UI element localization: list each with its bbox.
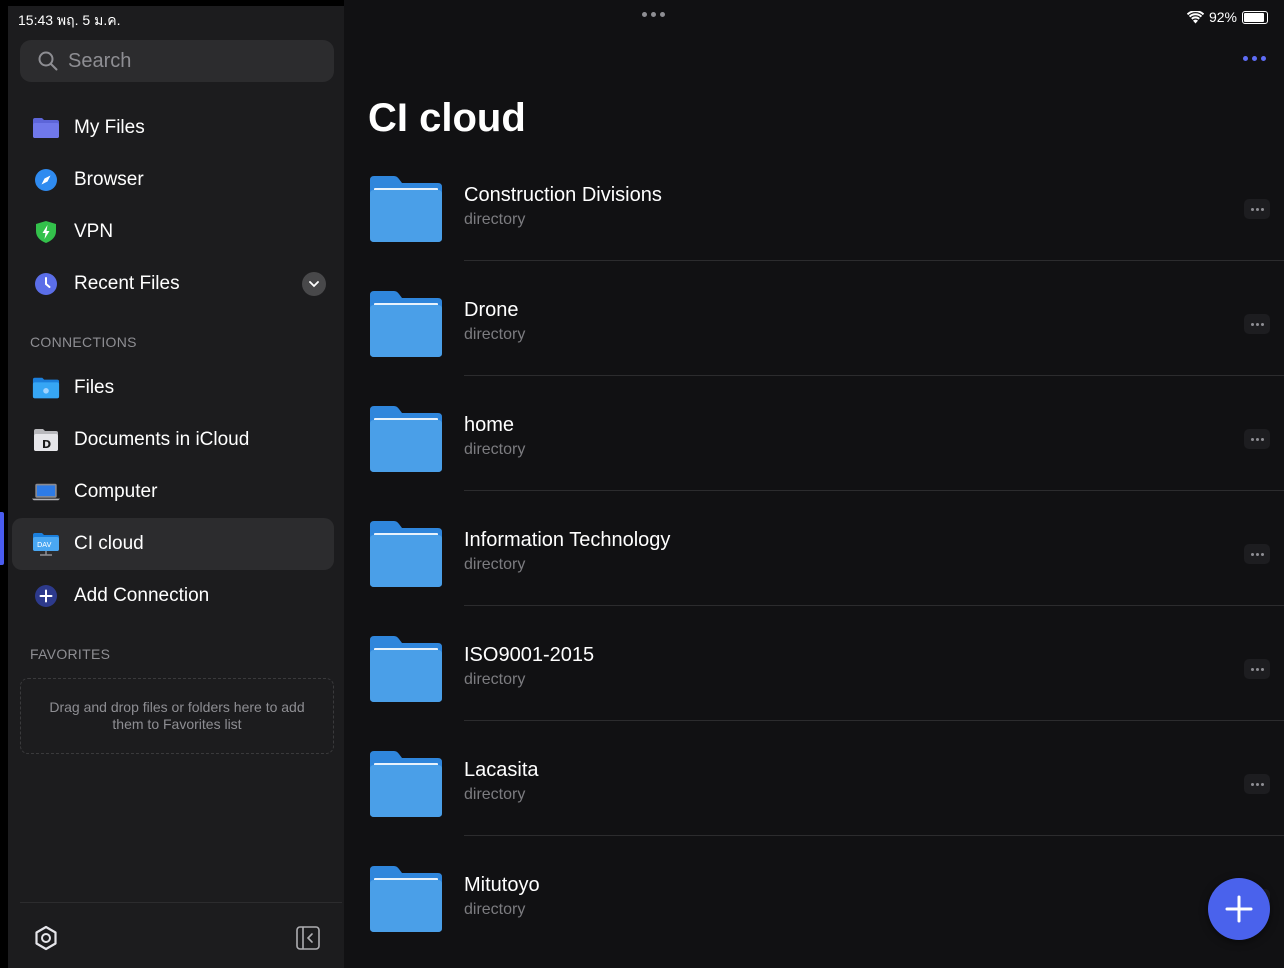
divider — [20, 902, 342, 903]
list-item[interactable]: Information Technology directory — [344, 509, 1284, 624]
item-more-button[interactable] — [1244, 314, 1270, 334]
status-time: 15:43 พฤ. 5 ม.ค. — [18, 12, 121, 28]
compass-icon — [32, 168, 60, 192]
item-name: Mitutoyo — [464, 874, 540, 896]
sidebar-item-label: Browser — [74, 169, 144, 190]
favorites-header: FAVORITES — [30, 646, 111, 662]
sidebar-item-add-connection[interactable]: Add Connection — [8, 570, 344, 622]
more-options-button[interactable] — [1243, 56, 1266, 61]
item-type: directory — [464, 211, 526, 228]
divider — [464, 605, 1284, 606]
search-placeholder: Search — [68, 49, 132, 72]
item-name: Information Technology — [464, 529, 671, 551]
battery-icon — [1242, 10, 1268, 24]
shield-icon — [32, 220, 60, 244]
divider — [464, 720, 1284, 721]
item-type: directory — [464, 441, 526, 458]
item-name: Construction Divisions — [464, 184, 662, 206]
sidebar-item-label: Documents in iCloud — [74, 429, 250, 450]
sidebar-item-ci-cloud[interactable]: DAV CI cloud — [12, 518, 334, 570]
documents-app-icon: D — [32, 428, 60, 452]
sidebar-item-label: Recent Files — [74, 273, 180, 294]
folder-icon — [370, 521, 442, 587]
battery-percent: 92% — [1208, 9, 1237, 25]
svg-text:DAV: DAV — [37, 541, 52, 549]
connections-header: CONNECTIONS — [30, 334, 137, 350]
item-more-button[interactable] — [1244, 774, 1270, 794]
folder-icon — [370, 751, 442, 817]
expand-recent-button[interactable] — [302, 272, 326, 296]
sidebar-item-label: CI cloud — [74, 533, 144, 554]
item-more-button[interactable] — [1244, 544, 1270, 564]
item-type: directory — [464, 326, 526, 343]
divider — [464, 260, 1284, 261]
search-icon — [38, 51, 58, 71]
favorites-drop-zone[interactable]: Drag and drop files or folders here to a… — [20, 678, 334, 754]
folder-icon — [32, 116, 60, 140]
sidebar-item-my-files[interactable]: My Files — [8, 102, 344, 154]
folder-icon — [370, 291, 442, 357]
divider — [464, 375, 1284, 376]
sidebar-item-browser[interactable]: Browser — [8, 154, 344, 206]
list-item[interactable]: Lacasita directory — [344, 739, 1284, 854]
item-name: Drone — [464, 299, 519, 321]
sidebar-item-files[interactable]: Files — [8, 362, 344, 414]
list-item[interactable]: Construction Divisions directory — [344, 164, 1284, 279]
files-folder-icon — [32, 376, 60, 400]
list-item[interactable]: home directory — [344, 394, 1284, 509]
sidebar-item-recent-files[interactable]: Recent Files — [8, 258, 344, 310]
main-content: CI cloud Construction Divisions directory… — [344, 0, 1284, 968]
item-type: directory — [464, 901, 526, 918]
page-title: CI cloud — [368, 96, 526, 140]
sidebar-item-label: VPN — [74, 221, 114, 242]
search-input[interactable]: Search — [20, 40, 334, 82]
sidebar-item-label: Files — [74, 377, 115, 398]
svg-text:D: D — [42, 438, 51, 451]
favorites-hint: Drag and drop files or folders here to a… — [49, 699, 305, 732]
clock-icon — [32, 272, 60, 296]
divider — [464, 835, 1284, 836]
sidebar-item-computer[interactable]: Computer — [8, 466, 344, 518]
sidebar: Search My Files Browser VPN Recent Files… — [8, 6, 344, 968]
item-type: directory — [464, 786, 526, 803]
sidebar-item-vpn[interactable]: VPN — [8, 206, 344, 258]
list-item[interactable]: Drone directory — [344, 279, 1284, 394]
folder-icon — [370, 406, 442, 472]
plus-icon — [1225, 895, 1253, 923]
add-button[interactable] — [1208, 878, 1270, 940]
wifi-icon — [1186, 10, 1204, 23]
status-bar: 15:43 พฤ. 5 ม.ค. 92% — [0, 0, 1284, 36]
list-item[interactable]: ISO9001-2015 directory — [344, 624, 1284, 739]
item-name: ISO9001-2015 — [464, 644, 595, 666]
sidebar-collapse-icon — [296, 926, 320, 950]
item-more-button[interactable] — [1244, 659, 1270, 679]
list-item[interactable]: Mitutoyo directory — [344, 854, 1284, 968]
item-type: directory — [464, 556, 526, 573]
status-indicators: 92% — [1186, 9, 1268, 25]
settings-button[interactable] — [32, 924, 60, 952]
laptop-icon — [32, 480, 60, 504]
sidebar-item-documents-icloud[interactable]: D Documents in iCloud — [8, 414, 344, 466]
folder-icon — [370, 866, 442, 932]
item-name: home — [464, 414, 515, 436]
selection-indicator — [0, 512, 4, 565]
dav-server-icon: DAV — [32, 532, 60, 556]
multitask-handle[interactable] — [642, 12, 665, 17]
gear-icon — [35, 925, 57, 951]
item-name: Lacasita — [464, 759, 539, 781]
plus-icon — [32, 584, 60, 608]
sidebar-item-label: My Files — [74, 117, 145, 138]
sidebar-item-label: Computer — [74, 481, 158, 502]
divider — [464, 490, 1284, 491]
collapse-sidebar-button[interactable] — [294, 924, 322, 952]
sidebar-item-label: Add Connection — [74, 585, 210, 606]
item-type: directory — [464, 671, 526, 688]
folder-icon — [370, 176, 442, 242]
item-more-button[interactable] — [1244, 429, 1270, 449]
folder-icon — [370, 636, 442, 702]
item-more-button[interactable] — [1244, 199, 1270, 219]
chevron-down-icon — [309, 280, 319, 287]
